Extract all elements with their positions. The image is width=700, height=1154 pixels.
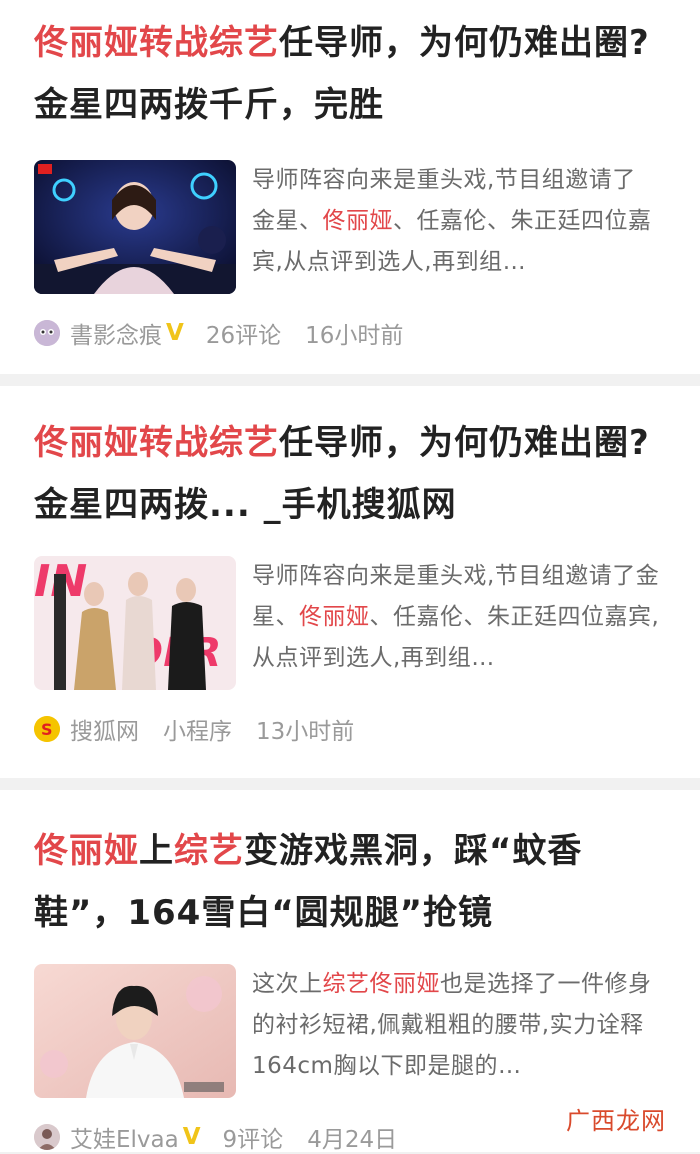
comment-count[interactable]: 26评论 (206, 316, 281, 350)
publish-time: 16小时前 (305, 323, 404, 349)
article-title[interactable]: 佟丽娅转战综艺任导师，为何仍难出圈?金星四两拨... _手机搜狐网 (34, 386, 666, 536)
article-snippet: 导师阵容向来是重头戏,节目组邀请了金星、佟丽娅、任嘉伦、朱正廷四位嘉宾,从点评到… (252, 556, 666, 690)
sohu-logo-icon[interactable]: S (34, 716, 60, 742)
title-text: 上 (139, 831, 174, 871)
watermark: 广西龙网 (566, 1107, 666, 1135)
article-title[interactable]: 佟丽娅上综艺变游戏黑洞，踩“蚊香鞋”，164雪白“圆规腿”抢镜 (34, 790, 666, 944)
article-title[interactable]: 佟丽娅转战综艺任导师，为何仍难出圈?金星四两拨千斤，完胜 (34, 0, 666, 136)
mini-program-badge: 小程序 (163, 719, 232, 745)
title-highlight: 佟丽娅 (34, 831, 139, 871)
svg-text:S: S (41, 720, 53, 739)
title-highlight: 佟丽娅转战综艺 (34, 23, 279, 63)
author-name[interactable]: 艾娃Elvaa (70, 1120, 179, 1154)
article-snippet: 这次上综艺佟丽娅也是选择了一件修身的衬衫短裙,佩戴粗粗的腰带,实力诠释164cm… (252, 964, 666, 1098)
title-highlight: 佟丽娅转战综艺 (34, 423, 279, 463)
publish-time: 4月24日 (307, 1127, 398, 1153)
verified-icon: V (182, 1124, 201, 1150)
comment-count[interactable]: 9评论 (223, 1120, 284, 1154)
article-card-1[interactable]: 佟丽娅转战综艺任导师，为何仍难出圈?金星四两拨千斤，完胜 导师阵容向来是重头戏,… (0, 0, 700, 374)
article-card-3[interactable]: 佟丽娅上综艺变游戏黑洞，踩“蚊香鞋”，164雪白“圆规腿”抢镜 这次上综艺佟丽娅… (0, 790, 700, 1154)
article-thumbnail[interactable] (34, 964, 236, 1098)
snippet-highlight: 综艺佟丽娅 (322, 971, 440, 997)
author-avatar[interactable] (34, 1124, 60, 1150)
snippet-highlight: 佟丽娅 (299, 604, 370, 630)
article-snippet: 导师阵容向来是重头戏,节目组邀请了 金星、佟丽娅、任嘉伦、朱正廷四位嘉宾,从点评… (252, 160, 666, 294)
snippet-text: 这次上 (252, 971, 323, 997)
article-meta: 書影念痕 V 26评论 16小时前 (34, 316, 666, 350)
title-highlight: 综艺 (174, 831, 244, 871)
author-name[interactable]: 搜狐网 (70, 712, 139, 746)
snippet-highlight: 佟丽娅 (322, 208, 393, 234)
author-name[interactable]: 書影念痕 (70, 316, 162, 350)
author-avatar[interactable] (34, 320, 60, 346)
article-thumbnail[interactable] (34, 160, 236, 294)
article-thumbnail[interactable]: IN DER (34, 556, 236, 690)
article-meta: S 搜狐网 小程序 13小时前 (34, 712, 666, 746)
publish-time: 13小时前 (256, 719, 355, 745)
article-card-2[interactable]: 佟丽娅转战综艺任导师，为何仍难出圈?金星四两拨... _手机搜狐网 IN DER… (0, 386, 700, 778)
verified-icon: V (166, 320, 184, 346)
